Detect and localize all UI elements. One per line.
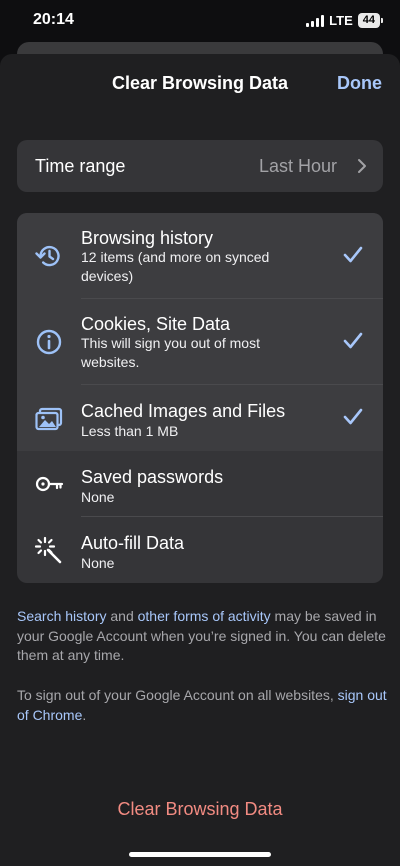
clear-browsing-data-button[interactable]: Clear Browsing Data — [0, 799, 400, 820]
item-title: Saved passwords — [81, 467, 224, 487]
network-type: LTE — [329, 13, 353, 28]
key-icon — [35, 476, 64, 492]
chevron-right-icon — [358, 159, 366, 173]
item-subtitle: None — [81, 489, 115, 505]
list-item-autofill-data[interactable]: Auto-fill Data None — [17, 517, 383, 583]
note-text: . — [82, 706, 87, 723]
other-activity-link[interactable]: other forms of activity — [138, 608, 271, 624]
time-range-value: Last Hour — [258, 156, 337, 176]
history-icon — [35, 245, 60, 267]
home-indicator — [129, 852, 271, 857]
account-activity-note: Search history and other forms of activi… — [17, 607, 387, 666]
checkmark-icon — [343, 246, 363, 263]
item-title: Cached Images and Files — [81, 401, 286, 421]
time-range-label: Time range — [35, 156, 126, 176]
time-range-row[interactable]: Time range Last Hour — [17, 140, 383, 192]
checkmark-icon — [343, 332, 363, 349]
item-title: Cookies, Site Data — [81, 314, 231, 334]
image-icon — [35, 407, 63, 431]
status-time: 20:14 — [33, 11, 74, 28]
done-button[interactable]: Done — [337, 73, 382, 94]
battery-icon: 44 — [357, 13, 384, 28]
list-item-browsing-history[interactable]: Browsing history 12 items (and more on s… — [17, 213, 383, 299]
list-item-saved-passwords[interactable]: Saved passwords None — [17, 451, 383, 517]
list-item-cached-images[interactable]: Cached Images and Files Less than 1 MB — [17, 385, 383, 451]
note-text: and — [106, 608, 138, 624]
info-icon — [36, 329, 62, 355]
item-subtitle: Less than 1 MB — [81, 423, 179, 439]
item-title: Browsing history — [81, 228, 214, 248]
search-history-link[interactable]: Search history — [17, 608, 106, 624]
signal-icon — [306, 14, 325, 27]
sign-out-note: To sign out of your Google Account on al… — [17, 686, 387, 725]
checkmark-icon — [343, 408, 363, 425]
note-text: To sign out of your Google Account on al… — [17, 687, 338, 703]
item-subtitle: None — [81, 555, 115, 571]
item-title: Auto-fill Data — [81, 533, 185, 553]
status-indicators: LTE 44 — [306, 13, 384, 28]
item-subtitle: This will sign you out of most websites. — [81, 335, 260, 370]
status-bar: 20:14 LTE 44 — [0, 0, 400, 42]
list-item-cookies-site-data[interactable]: Cookies, Site Data This will sign you ou… — [17, 299, 383, 385]
magic-wand-icon — [34, 536, 62, 564]
data-types-list: Browsing history 12 items (and more on s… — [17, 213, 383, 583]
item-subtitle: 12 items (and more on synced devices) — [81, 249, 270, 284]
